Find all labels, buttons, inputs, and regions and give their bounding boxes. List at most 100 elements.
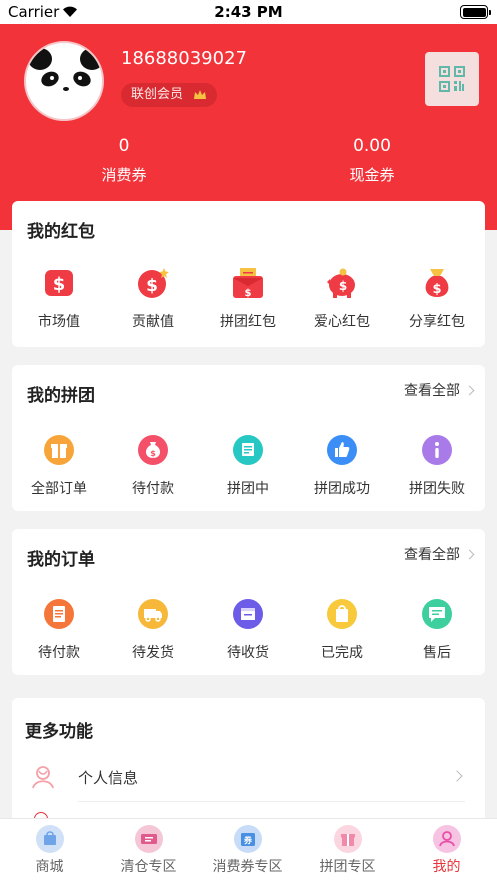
item-label: 待收货: [227, 645, 269, 661]
order-pending-receipt[interactable]: 待收货: [201, 598, 295, 662]
chevron-right-icon: [451, 770, 463, 782]
item-label: 爱心红包: [314, 314, 370, 330]
status-bar: Carrier 2:43 PM: [0, 0, 497, 24]
svg-text:$: $: [150, 449, 156, 458]
tab-label: 商城: [35, 859, 64, 875]
shop-icon: [35, 825, 64, 853]
tab-label: 我的: [432, 859, 461, 875]
order-after-sales[interactable]: 售后: [390, 598, 484, 662]
item-label: 全部订单: [31, 481, 87, 497]
tab-bar: 商城 清仓专区 券 消费券专区 拼团专区 我的: [0, 818, 497, 883]
package-icon: [232, 598, 264, 630]
red-packet-love[interactable]: $ 爱心红包: [295, 267, 389, 331]
qr-code-icon: [439, 66, 465, 92]
chevron-right-icon: [464, 385, 475, 396]
view-all-label: 查看全部: [404, 383, 460, 399]
item-label: 分享红包: [409, 314, 465, 330]
card-title: 我的拼团: [27, 386, 95, 406]
stat-label: 现金券: [349, 166, 395, 184]
clock: 2:43 PM: [214, 3, 283, 21]
item-label: 拼团红包: [220, 314, 276, 330]
item-label: 待发货: [132, 645, 174, 661]
tab-label: 清仓专区: [120, 859, 177, 875]
crown-icon: [194, 90, 207, 99]
order-completed[interactable]: 已完成: [295, 598, 389, 662]
money-bag-icon: $: [421, 267, 453, 299]
gift-box-icon: [333, 825, 362, 853]
person-icon: [32, 766, 54, 789]
gift-icon: [43, 434, 75, 466]
qr-code-button[interactable]: [425, 52, 479, 106]
orders-card: 我的订单 查看全部 待付款 待发货 待收货 已完成 售后: [12, 529, 485, 675]
order-pending-payment[interactable]: 待付款: [12, 598, 106, 662]
red-packet-group[interactable]: $ 拼团红包: [201, 267, 295, 331]
group-pending-payment[interactable]: $ 待付款: [106, 434, 200, 498]
stat-cash-coupon[interactable]: 0.00 现金券: [297, 136, 447, 185]
profile-header: 18688039027 联创会员 0 消费券 0.00 现金券: [0, 24, 497, 230]
tab-group-zone[interactable]: 拼团专区: [298, 825, 397, 876]
order-pending-shipment[interactable]: 待发货: [106, 598, 200, 662]
thumbs-up-icon: [326, 434, 358, 466]
svg-text:$: $: [53, 274, 66, 295]
item-label: 贡献值: [132, 314, 174, 330]
view-all-label: 查看全部: [404, 547, 460, 563]
stat-label: 消费券: [101, 166, 147, 184]
dollar-coin-icon: $: [137, 267, 169, 299]
panda-avatar-icon: [28, 48, 102, 115]
coupon-icon: 券: [233, 825, 262, 853]
group-failed[interactable]: 拼团失败: [390, 434, 484, 498]
stat-value: 0.00: [353, 136, 391, 156]
stat-consumer-coupon[interactable]: 0 消费券: [49, 136, 199, 185]
stat-value: 0: [118, 136, 130, 156]
svg-text:券: 券: [243, 835, 253, 845]
red-packet-card: 我的红包 $ 市场值 $ 贡献值 $ 拼团红包 $ 爱心红包 $ 分享红包: [12, 201, 485, 347]
group-in-progress[interactable]: 拼团中: [201, 434, 295, 498]
tab-label: 拼团专区: [319, 859, 376, 875]
red-packet-share[interactable]: $ 分享红包: [390, 267, 484, 331]
chevron-right-icon: [464, 549, 475, 560]
profile-icon: [432, 825, 461, 853]
document-icon: [43, 598, 75, 630]
member-label: 联创会员: [131, 87, 184, 102]
tab-coupon-zone[interactable]: 券 消费券专区: [198, 825, 297, 876]
group-all-orders[interactable]: 全部订单: [12, 434, 106, 498]
cart-icon: [232, 434, 264, 466]
tab-mall[interactable]: 商城: [0, 825, 99, 876]
info-icon: [421, 434, 453, 466]
avatar[interactable]: [24, 41, 104, 121]
user-phone: 18688039027: [121, 48, 247, 69]
dollar-bill-icon: $: [43, 267, 75, 299]
card-title: 我的红包: [27, 222, 95, 242]
truck-icon: [137, 598, 169, 630]
battery-icon: [460, 5, 491, 19]
member-badge: 联创会员: [121, 83, 218, 107]
card-title: 更多功能: [25, 722, 93, 742]
red-envelope-icon: $: [232, 267, 264, 299]
item-label: 已完成: [321, 645, 363, 661]
svg-text:$: $: [245, 288, 252, 299]
item-label: 市场值: [38, 314, 80, 330]
red-packet-market-value[interactable]: $ 市场值: [12, 267, 106, 331]
row-personal-info[interactable]: 个人信息: [12, 752, 485, 802]
item-label: 待付款: [38, 645, 80, 661]
item-label: 待付款: [132, 481, 174, 497]
row-label: 个人信息: [78, 769, 139, 787]
money-bag-icon: $: [137, 434, 169, 466]
item-label: 拼团失败: [409, 481, 465, 497]
group-buy-card: 我的拼团 查看全部 全部订单 $ 待付款 拼团中 拼团成功 拼团失败: [12, 365, 485, 511]
divider: [78, 801, 465, 802]
tab-clearance[interactable]: 清仓专区: [99, 825, 198, 876]
bag-check-icon: [326, 598, 358, 630]
piggy-bank-icon: $: [326, 267, 358, 299]
tab-mine[interactable]: 我的: [397, 825, 496, 876]
view-all-group-link[interactable]: 查看全部: [404, 380, 475, 400]
red-packet-contribution[interactable]: $ 贡献值: [106, 267, 200, 331]
view-all-orders-link[interactable]: 查看全部: [404, 544, 475, 564]
svg-text:$: $: [146, 276, 158, 296]
item-label: 拼团成功: [314, 481, 370, 497]
group-success[interactable]: 拼团成功: [295, 434, 389, 498]
item-label: 售后: [423, 645, 451, 661]
svg-text:$: $: [339, 279, 347, 293]
item-label: 拼团中: [227, 481, 269, 497]
tab-label: 消费券专区: [212, 859, 283, 875]
